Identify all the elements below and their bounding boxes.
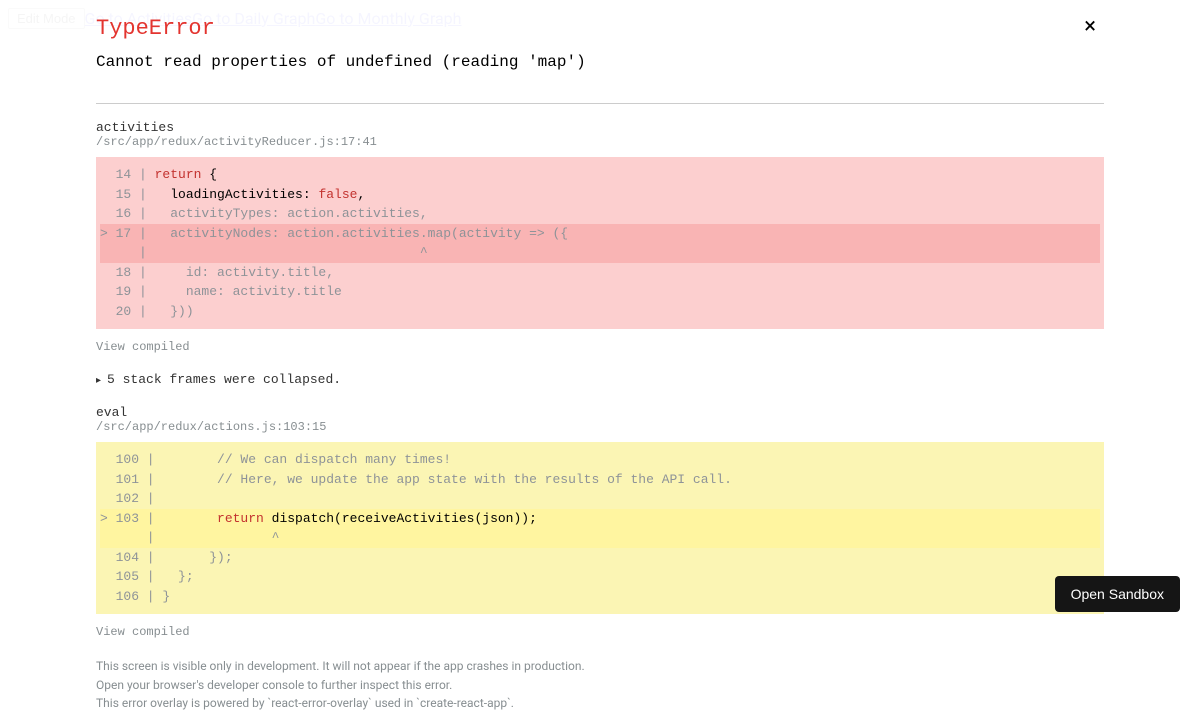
error-title: TypeError xyxy=(96,16,1104,41)
frame2-function: eval xyxy=(96,405,1104,420)
error-overlay: × TypeError Cannot read properties of un… xyxy=(0,0,1200,630)
error-message: Cannot read properties of undefined (rea… xyxy=(96,53,1104,71)
code-line: 19 | name: activity.title xyxy=(100,282,1100,302)
code-text xyxy=(162,511,217,526)
code-line: 102 | xyxy=(100,489,1100,509)
footer-line: This error overlay is powered by `react-… xyxy=(96,694,1104,712)
frame1-code: 14 | return { 15 | loadingActivities: fa… xyxy=(96,157,1104,329)
code-text: loadingActivities: xyxy=(155,187,319,202)
code-keyword: return xyxy=(217,511,264,526)
code-text: dispatch(receiveActivities(json)); xyxy=(264,511,537,526)
code-text: , xyxy=(357,187,365,202)
code-keyword: return xyxy=(155,167,202,182)
frame2-file: /src/app/redux/actions.js:103:15 xyxy=(96,420,1104,434)
open-sandbox-button[interactable]: Open Sandbox xyxy=(1055,576,1180,612)
collapsed-frames[interactable]: 5 stack frames were collapsed. xyxy=(96,372,1104,387)
code-text: { xyxy=(201,167,217,182)
frame2-code: 100 | // We can dispatch many times! 101… xyxy=(96,442,1104,614)
footer-line: This screen is visible only in developme… xyxy=(96,657,1104,676)
footer-line: Open your browser's developer console to… xyxy=(96,676,1104,695)
footer-notes: This screen is visible only in developme… xyxy=(96,657,1104,712)
code-gutter: 14 | xyxy=(100,167,155,182)
code-gutter: 15 | xyxy=(100,187,155,202)
close-button[interactable]: × xyxy=(1084,16,1096,38)
code-line: 100 | // We can dispatch many times! xyxy=(100,450,1100,470)
code-line: 18 | id: activity.title, xyxy=(100,263,1100,283)
divider xyxy=(96,103,1104,104)
code-line: 16 | activityTypes: action.activities, xyxy=(100,204,1100,224)
code-line: 101 | // Here, we update the app state w… xyxy=(100,470,1100,490)
code-line: 20 | })) xyxy=(100,302,1100,322)
frame1-file: /src/app/redux/activityReducer.js:17:41 xyxy=(96,135,1104,149)
code-line: 105 | }; xyxy=(100,567,1100,587)
code-line: 106 | } xyxy=(100,587,1100,607)
code-gutter: > 103 | xyxy=(100,511,162,526)
code-caret: | ^ xyxy=(100,528,1100,548)
frame1-function: activities xyxy=(96,120,1104,135)
view-compiled-link[interactable]: View compiled xyxy=(96,625,190,639)
close-icon: × xyxy=(1084,14,1096,39)
code-line-highlighted: > 17 | activityNodes: action.activities.… xyxy=(100,224,1100,244)
code-caret: | ^ xyxy=(100,243,1100,263)
view-compiled-link[interactable]: View compiled xyxy=(96,340,190,354)
code-line: 104 | }); xyxy=(100,548,1100,568)
code-keyword: false xyxy=(318,187,357,202)
